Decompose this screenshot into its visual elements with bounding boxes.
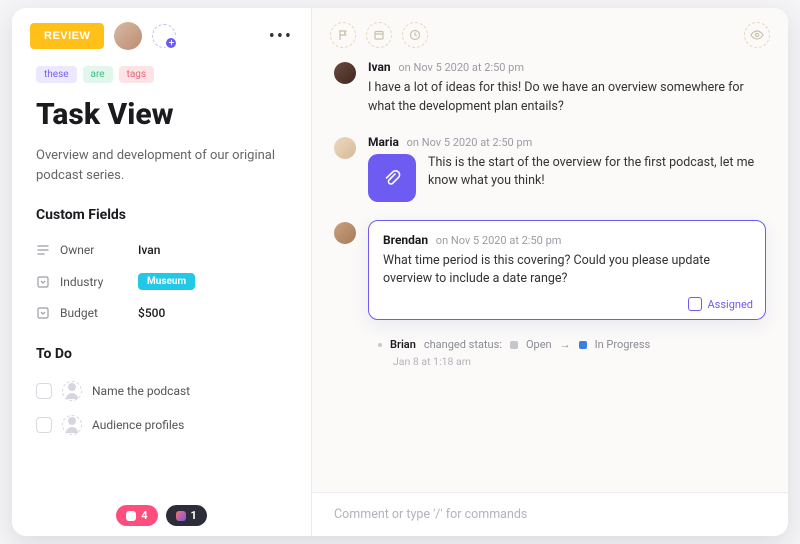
comment: Maria on Nov 5 2020 at 2:50 pm This is t… [334, 135, 766, 202]
avatar [334, 222, 356, 244]
field-label: Industry [60, 275, 138, 289]
status-button[interactable]: REVIEW [30, 23, 104, 49]
custom-field-row: Budget $500 [36, 298, 287, 328]
status-from-icon [510, 341, 518, 349]
text-icon [36, 243, 50, 257]
tag-list: these are tags [36, 66, 287, 83]
assignee-placeholder-icon[interactable] [62, 381, 82, 401]
comment-author: Ivan [368, 60, 391, 74]
task-card: REVIEW + ••• these are tags Task View Ov… [12, 8, 788, 536]
todo-text: Name the podcast [92, 384, 190, 398]
todo-item[interactable]: Name the podcast [36, 374, 287, 408]
integration-chips: 4 1 [12, 505, 311, 526]
dropdown-icon [36, 275, 50, 289]
plus-icon: + [164, 36, 178, 50]
attachment-icon[interactable] [368, 154, 416, 202]
activity-from: Open [526, 338, 552, 351]
tag[interactable]: tags [119, 66, 155, 83]
assigned-badge[interactable]: Assigned [688, 297, 754, 311]
custom-fields-heading: Custom Fields [36, 207, 287, 223]
todo-heading: To Do [36, 346, 287, 362]
bullet-icon [378, 343, 382, 347]
assignee-avatar[interactable] [114, 22, 142, 50]
comment-time: on Nov 5 2020 at 2:50 pm [436, 234, 562, 247]
activity-to: In Progress [595, 338, 651, 351]
comment: Ivan on Nov 5 2020 at 2:50 pm I have a l… [334, 60, 766, 117]
todo-text: Audience profiles [92, 418, 184, 432]
checkbox-icon [688, 297, 702, 311]
field-value-pill[interactable]: Museum [138, 273, 195, 290]
details-body: these are tags Task View Overview and de… [12, 60, 311, 442]
chip-icon [126, 511, 136, 521]
integration-chip[interactable]: 4 [116, 505, 157, 526]
todo-item[interactable]: Audience profiles [36, 408, 287, 442]
comment-header: Brendan on Nov 5 2020 at 2:50 pm [383, 233, 751, 247]
comment-author: Brendan [383, 233, 428, 247]
chip-count: 4 [141, 509, 147, 522]
avatar [334, 137, 356, 159]
field-value[interactable]: $500 [138, 306, 165, 320]
activity-entry: Brian changed status: Open → In Progress [378, 338, 766, 351]
comment-time: on Nov 5 2020 at 2:50 pm [407, 136, 533, 149]
integration-chip[interactable]: 1 [166, 505, 207, 526]
field-label: Owner [60, 243, 138, 257]
comment-header: Ivan on Nov 5 2020 at 2:50 pm [368, 60, 766, 74]
assignee-placeholder-icon[interactable] [62, 415, 82, 435]
date-button[interactable] [366, 22, 392, 48]
status-to-icon [579, 341, 587, 349]
flag-button[interactable] [330, 22, 356, 48]
checkbox[interactable] [36, 417, 52, 433]
activity-time: Jan 8 at 1:18 am [393, 355, 766, 368]
activity-toolbar [312, 8, 788, 56]
more-menu-button[interactable]: ••• [269, 26, 293, 47]
assigned-label: Assigned [708, 298, 754, 311]
comment: Brendan on Nov 5 2020 at 2:50 pm What ti… [334, 220, 766, 321]
comment-thread: Ivan on Nov 5 2020 at 2:50 pm I have a l… [312, 56, 788, 492]
task-description[interactable]: Overview and development of our original… [36, 146, 287, 185]
activity-verb: changed status: [424, 338, 502, 351]
details-header: REVIEW + ••• [12, 8, 311, 60]
dropdown-icon [36, 306, 50, 320]
time-button[interactable] [402, 22, 428, 48]
activity-pane: Ivan on Nov 5 2020 at 2:50 pm I have a l… [312, 8, 788, 536]
comment-author: Maria [368, 135, 399, 149]
field-label: Budget [60, 306, 138, 320]
tag[interactable]: are [83, 66, 113, 83]
avatar [114, 22, 142, 50]
comment-text: This is the start of the overview for th… [428, 154, 766, 192]
field-value[interactable]: Ivan [138, 243, 160, 257]
comment-text: I have a lot of ideas for this! Do we ha… [368, 79, 766, 117]
chip-count: 1 [191, 509, 197, 522]
assigned-comment-card[interactable]: Brendan on Nov 5 2020 at 2:50 pm What ti… [368, 220, 766, 321]
comment-header: Maria on Nov 5 2020 at 2:50 pm [368, 135, 766, 149]
watch-button[interactable] [744, 22, 770, 48]
details-pane: REVIEW + ••• these are tags Task View Ov… [12, 8, 312, 536]
custom-field-row: Industry Museum [36, 265, 287, 298]
add-assignee-button[interactable]: + [152, 24, 176, 48]
avatar [334, 62, 356, 84]
comment-time: on Nov 5 2020 at 2:50 pm [398, 61, 524, 74]
chip-icon [176, 511, 186, 521]
arrow-icon: → [560, 338, 571, 351]
comment-input[interactable]: Comment or type '/' for commands [312, 492, 788, 536]
activity-actor: Brian [390, 338, 416, 351]
checkbox[interactable] [36, 383, 52, 399]
custom-field-row: Owner Ivan [36, 235, 287, 265]
tag[interactable]: these [36, 66, 77, 83]
task-title[interactable]: Task View [36, 97, 287, 132]
